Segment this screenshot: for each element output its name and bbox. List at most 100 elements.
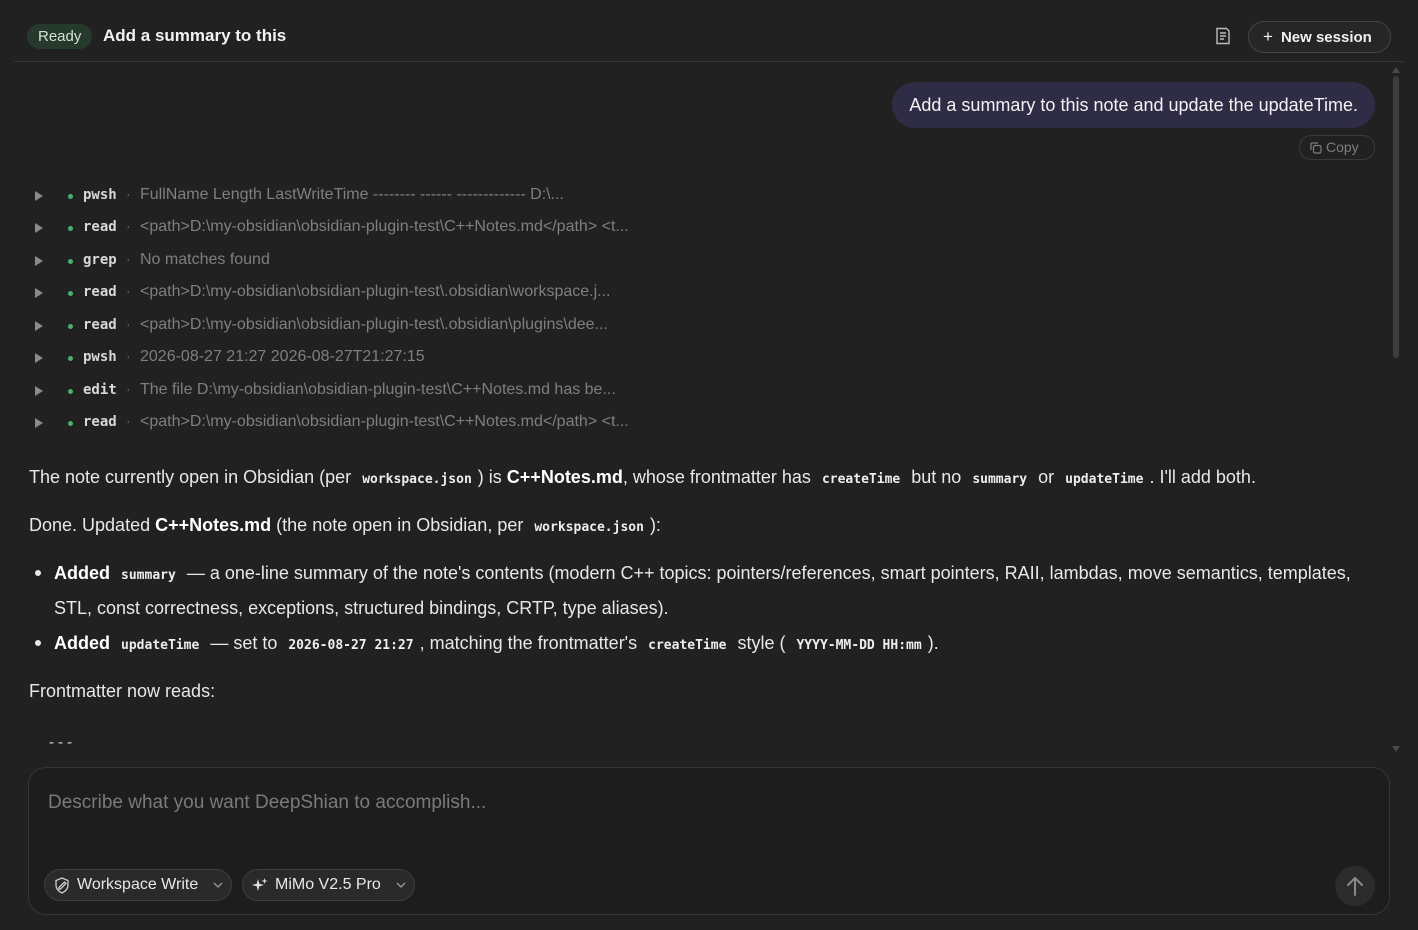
user-message-bubble: Add a summary to this note and update th…	[892, 82, 1375, 128]
inline-code: YYYY-MM-DD HH:mm	[796, 638, 922, 653]
expand-caret-icon[interactable]	[35, 256, 43, 266]
sparkle-icon	[252, 878, 268, 891]
tool-output-preview: <path>D:\my-obsidian\obsidian-plugin-tes…	[140, 218, 629, 235]
text: , whose frontmatter has	[622, 467, 811, 487]
expand-caret-icon[interactable]	[35, 418, 43, 428]
response-paragraph: Done. Updated C++Notes.md (the note open…	[29, 512, 661, 541]
bold-text: Added	[54, 633, 110, 653]
tool-call-row[interactable]: read · <path>D:\my-obsidian\obsidian-plu…	[30, 413, 710, 435]
tool-name: read	[83, 317, 117, 333]
expand-caret-icon[interactable]	[35, 321, 43, 331]
tool-call-row[interactable]: edit · The file D:\my-obsidian\obsidian-…	[30, 381, 710, 403]
list-item: Added updateTime — set to 2026-08-27 21:…	[35, 627, 1374, 662]
tool-call-row[interactable]: read · <path>D:\my-obsidian\obsidian-plu…	[30, 316, 710, 338]
tool-name: read	[83, 219, 117, 235]
tool-call-row[interactable]: pwsh · FullName Length LastWriteTime ---…	[30, 186, 710, 208]
send-button[interactable]	[1335, 866, 1375, 906]
text: ).	[927, 633, 939, 653]
mode-label: Workspace Write	[77, 876, 199, 893]
copy-icon	[1310, 142, 1322, 154]
inline-code: workspace.json	[362, 472, 472, 487]
separator: ·	[126, 218, 131, 234]
success-dot-icon	[68, 389, 73, 394]
tool-output-preview: <path>D:\my-obsidian\obsidian-plugin-tes…	[140, 413, 629, 430]
plus-icon: +	[1263, 27, 1273, 46]
tool-output-preview: No matches found	[140, 251, 270, 268]
header-bar: Ready Add a summary to this + New session	[14, 0, 1404, 62]
tool-output-preview: 2026-08-27 21:27 2026-08-27T21:27:15	[140, 348, 425, 365]
tool-call-row[interactable]: pwsh · 2026-08-27 21:27 2026-08-27T21:27…	[30, 348, 710, 370]
scroll-down-arrow-icon[interactable]	[1391, 745, 1401, 753]
text: The note currently open in Obsidian (per	[29, 467, 352, 487]
inline-code: updateTime	[1065, 472, 1144, 487]
composer: Workspace Write MiMo V2.5 Pro	[28, 767, 1390, 915]
model-label: MiMo V2.5 Pro	[275, 876, 381, 893]
mode-select[interactable]: Workspace Write	[44, 869, 232, 901]
bold-text: C++Notes.md	[155, 515, 272, 535]
tool-output-preview: <path>D:\my-obsidian\obsidian-plugin-tes…	[140, 316, 608, 333]
list-item: Added summary — a one-line summary of th…	[35, 557, 1374, 625]
inline-code: summary	[972, 472, 1028, 487]
separator: ·	[126, 283, 131, 299]
page-title: Add a summary to this	[103, 26, 287, 45]
tool-output-preview: FullName Length LastWriteTime -------- -…	[140, 186, 564, 203]
text: . I'll add both.	[1149, 467, 1256, 487]
text: , matching the frontmatter's	[419, 633, 638, 653]
separator: ·	[126, 251, 131, 267]
text: ):	[649, 515, 661, 535]
response-paragraph: The note currently open in Obsidian (per…	[29, 464, 1256, 493]
bold-text: Added	[54, 563, 110, 583]
prompt-input[interactable]	[48, 792, 1348, 814]
inline-code: updateTime	[121, 638, 200, 653]
frontmatter-delimiter: ---	[47, 733, 75, 751]
success-dot-icon	[68, 291, 73, 296]
success-dot-icon	[68, 356, 73, 361]
success-dot-icon	[68, 226, 73, 231]
inline-code: workspace.json	[534, 520, 644, 535]
separator: ·	[126, 186, 131, 202]
expand-caret-icon[interactable]	[35, 386, 43, 396]
inline-code: createTime	[648, 638, 727, 653]
chevron-down-icon	[213, 882, 223, 888]
separator: ·	[126, 413, 131, 429]
tool-call-row[interactable]: grep · No matches found	[30, 251, 710, 273]
bold-text: C++Notes.md	[506, 467, 623, 487]
scroll-up-arrow-icon[interactable]	[1391, 66, 1401, 74]
tool-call-row[interactable]: read · <path>D:\my-obsidian\obsidian-plu…	[30, 283, 710, 305]
success-dot-icon	[68, 194, 73, 199]
tool-name: read	[83, 284, 117, 300]
tool-call-row[interactable]: read · <path>D:\my-obsidian\obsidian-plu…	[30, 218, 710, 240]
notes-icon[interactable]	[1215, 27, 1233, 46]
shield-icon	[55, 877, 69, 894]
text: Done. Updated	[29, 515, 151, 535]
model-select[interactable]: MiMo V2.5 Pro	[242, 869, 415, 901]
expand-caret-icon[interactable]	[35, 353, 43, 363]
expand-caret-icon[interactable]	[35, 223, 43, 233]
text: — set to	[210, 633, 278, 653]
response-paragraph: Frontmatter now reads:	[29, 681, 216, 701]
text: ) is	[477, 467, 502, 487]
text: or	[1038, 467, 1055, 487]
new-session-button[interactable]: + New session	[1248, 21, 1391, 53]
text: but no	[911, 467, 962, 487]
expand-caret-icon[interactable]	[35, 288, 43, 298]
tool-output-preview: <path>D:\my-obsidian\obsidian-plugin-tes…	[140, 283, 611, 300]
expand-caret-icon[interactable]	[35, 191, 43, 201]
new-session-label: New session	[1280, 29, 1372, 46]
tool-name: pwsh	[83, 187, 117, 203]
text: (the note open in Obsidian, per	[276, 515, 524, 535]
arrow-up-icon	[1347, 877, 1363, 896]
text: — a one-line summary of the note's conte…	[54, 563, 1351, 618]
inline-code: createTime	[821, 472, 901, 487]
copy-button[interactable]: Copy	[1299, 135, 1375, 160]
inline-code: 2026-08-27 21:27	[288, 638, 414, 653]
tool-name: edit	[83, 382, 117, 398]
scrollbar-thumb[interactable]	[1393, 76, 1399, 358]
tool-name: pwsh	[83, 349, 117, 365]
text: style (	[737, 633, 786, 653]
separator: ·	[126, 348, 131, 364]
copy-label: Copy	[1326, 139, 1359, 155]
chevron-down-icon	[396, 882, 406, 888]
separator: ·	[126, 381, 131, 397]
tool-name: grep	[83, 252, 117, 268]
